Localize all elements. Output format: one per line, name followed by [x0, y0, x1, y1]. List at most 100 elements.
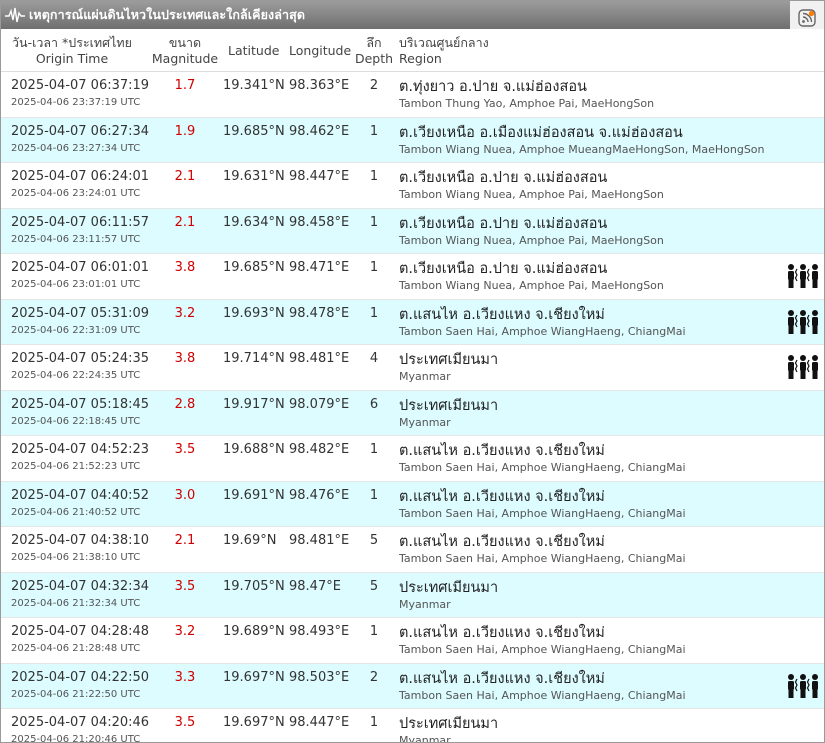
origin-time-local: 2025-04-07 04:52:23 [11, 442, 150, 457]
people-felt-icon [788, 309, 818, 334]
origin-time-local: 2025-04-07 06:01:01 [11, 260, 150, 275]
region-english: Myanmar [399, 415, 451, 429]
region-english: Tambon Saen Hai, Amphoe WiangHaeng, Chia… [399, 506, 686, 520]
earthquake-row[interactable]: 2025-04-07 05:18:45 2025-04-06 22:18:45 … [1, 390, 824, 436]
origin-time-utc: 2025-04-06 23:37:19 UTC [11, 97, 141, 108]
longitude-value: 98.47°E [289, 578, 341, 594]
magnitude-value: 3.0 [174, 487, 196, 503]
longitude-value: 98.493°E [289, 624, 350, 639]
region-english: Tambon Wiang Nuea, Amphoe Pai, MaeHongSo… [399, 233, 664, 247]
region-thai: ต.เวียงเหนือ อ.เมืองแม่ฮ่องสอน จ.แม่ฮ่อง… [399, 124, 683, 141]
latitude-value: 19.697°N [223, 669, 285, 685]
longitude-value: 98.363°E [289, 78, 350, 93]
depth-value: 6 [369, 396, 379, 412]
col-longitude: Longitude [289, 43, 352, 58]
earthquake-row[interactable]: 2025-04-07 06:27:34 2025-04-06 23:27:34 … [1, 117, 824, 163]
col-region: บริเวณศูนย์กลาง Region [399, 35, 489, 66]
depth-value: 1 [369, 169, 379, 184]
region-english: Tambon Saen Hai, Amphoe WiangHaeng, Chia… [399, 643, 686, 656]
depth-value: 2 [369, 78, 379, 93]
origin-time-utc: 2025-04-06 23:11:57 UTC [11, 233, 141, 245]
origin-time-utc: 2025-04-06 21:38:10 UTC [11, 552, 141, 563]
latitude-value: 19.688°N [223, 442, 285, 457]
longitude-value: 98.447°E [289, 169, 350, 184]
origin-time-utc: 2025-04-06 21:22:50 UTC [11, 688, 141, 700]
depth-value: 1 [369, 214, 379, 230]
region-thai: ต.แสนไห อ.เวียงแหง จ.เชียงใหม่ [399, 306, 605, 323]
origin-time-utc: 2025-04-06 21:40:52 UTC [11, 506, 141, 518]
latitude-value: 19.917°N [223, 396, 285, 412]
origin-time-utc: 2025-04-06 21:28:48 UTC [11, 643, 141, 654]
origin-time-utc: 2025-04-06 23:24:01 UTC [11, 188, 141, 199]
region-thai: ประเทศเมียนมา [399, 352, 499, 368]
region-thai: ต.เวียงเหนือ อ.ปาย จ.แม่ฮ่องสอน [399, 215, 608, 232]
longitude-value: 98.447°E [289, 715, 350, 730]
region-thai: ประเทศเมียนมา [399, 579, 499, 596]
depth-value: 1 [369, 487, 379, 503]
depth-value: 2 [369, 669, 379, 685]
region-english: Tambon Saen Hai, Amphoe WiangHaeng, Chia… [399, 552, 686, 565]
earthquake-row[interactable]: 2025-04-07 04:38:10 2025-04-06 21:38:10 … [1, 527, 824, 573]
longitude-value: 98.476°E [289, 487, 350, 503]
region-english: Tambon Thung Yao, Amphoe Pai, MaeHongSon [399, 97, 655, 110]
magnitude-value: 3.5 [174, 578, 196, 594]
widget-header: เหตุการณ์แผ่นดินไหวในประเทศและใกล้เคียงล… [1, 1, 824, 35]
origin-time-utc: 2025-04-06 22:18:45 UTC [11, 415, 141, 427]
earthquake-row[interactable]: 2025-04-07 06:24:01 2025-04-06 23:24:01 … [1, 163, 824, 209]
people-felt-icon [788, 355, 818, 379]
earthquake-row[interactable]: 2025-04-07 06:11:57 2025-04-06 23:11:57 … [1, 208, 824, 254]
depth-value: 1 [369, 624, 379, 639]
latitude-value: 19.631°N [223, 169, 285, 184]
longitude-value: 98.471°E [289, 260, 350, 275]
earthquake-row[interactable]: 2025-04-07 04:52:23 2025-04-06 21:52:23 … [1, 436, 824, 482]
longitude-value: 98.481°E [289, 351, 350, 366]
region-thai: ต.แสนไห อ.เวียงแหง จ.เชียงใหม่ [399, 625, 605, 641]
people-felt-icon [788, 673, 818, 698]
latitude-value: 19.693°N [223, 305, 285, 321]
earthquake-row[interactable]: 2025-04-07 05:31:09 2025-04-06 22:31:09 … [1, 299, 824, 345]
latitude-value: 19.634°N [223, 214, 285, 230]
origin-time-local: 2025-04-07 04:40:52 [11, 487, 150, 503]
magnitude-value: 2.8 [174, 396, 196, 412]
earthquake-widget: เหตุการณ์แผ่นดินไหวในประเทศและใกล้เคียงล… [0, 0, 825, 743]
latitude-value: 19.341°N [223, 78, 285, 93]
latitude-value: 19.689°N [223, 624, 285, 639]
earthquake-row[interactable]: 2025-04-07 04:40:52 2025-04-06 21:40:52 … [1, 481, 824, 527]
origin-time-local: 2025-04-07 06:24:01 [11, 169, 150, 184]
earthquake-list: 2025-04-07 06:37:19 2025-04-06 23:37:19 … [1, 72, 824, 742]
earthquake-row[interactable]: 2025-04-07 06:01:01 2025-04-06 23:01:01 … [1, 254, 824, 300]
latitude-value: 19.714°N [223, 351, 285, 366]
depth-value: 1 [369, 260, 379, 275]
earthquake-row[interactable]: 2025-04-07 04:20:46 2025-04-06 21:20:46 … [1, 709, 824, 742]
earthquake-row[interactable]: 2025-04-07 04:28:48 2025-04-06 21:28:48 … [1, 618, 824, 664]
origin-time-local: 2025-04-07 06:37:19 [11, 78, 150, 93]
origin-time-local: 2025-04-07 06:11:57 [11, 214, 150, 230]
people-felt-icon [788, 264, 818, 288]
magnitude-value: 3.2 [174, 305, 196, 321]
magnitude-value: 1.9 [174, 123, 196, 139]
region-thai: ต.เวียงเหนือ อ.ปาย จ.แม่ฮ่องสอน [399, 170, 608, 186]
region-english: Myanmar [399, 370, 451, 383]
earthquake-row[interactable]: 2025-04-07 06:37:19 2025-04-06 23:37:19 … [1, 72, 824, 118]
origin-time-local: 2025-04-07 05:18:45 [11, 396, 150, 412]
magnitude-value: 3.3 [174, 669, 196, 685]
earthquake-row[interactable]: 2025-04-07 04:32:34 2025-04-06 21:32:34 … [1, 572, 824, 618]
region-thai: ประเทศเมียนมา [399, 397, 499, 414]
region-english: Tambon Saen Hai, Amphoe WiangHaeng, Chia… [399, 324, 686, 338]
magnitude-value: 3.5 [174, 715, 196, 730]
origin-time-local: 2025-04-07 04:38:10 [11, 533, 150, 548]
magnitude-value: 3.5 [174, 442, 196, 457]
seismograph-icon [5, 7, 25, 23]
origin-time-local: 2025-04-07 04:22:50 [11, 669, 150, 685]
depth-value: 5 [369, 533, 379, 548]
region-thai: ต.เวียงเหนือ อ.ปาย จ.แม่ฮ่องสอน [399, 261, 608, 277]
depth-value: 1 [369, 442, 379, 457]
depth-value: 1 [369, 305, 379, 321]
region-thai: ต.ทุ่งยาว อ.ปาย จ.แม่ฮ่องสอน [399, 79, 587, 95]
rss-icon [798, 9, 816, 27]
origin-time-local: 2025-04-07 06:27:34 [11, 123, 150, 139]
longitude-value: 98.458°E [289, 214, 350, 230]
region-thai: ต.แสนไห อ.เวียงแหง จ.เชียงใหม่ [399, 488, 605, 505]
earthquake-row[interactable]: 2025-04-07 04:22:50 2025-04-06 21:22:50 … [1, 663, 824, 709]
earthquake-row[interactable]: 2025-04-07 05:24:35 2025-04-06 22:24:35 … [1, 345, 824, 391]
